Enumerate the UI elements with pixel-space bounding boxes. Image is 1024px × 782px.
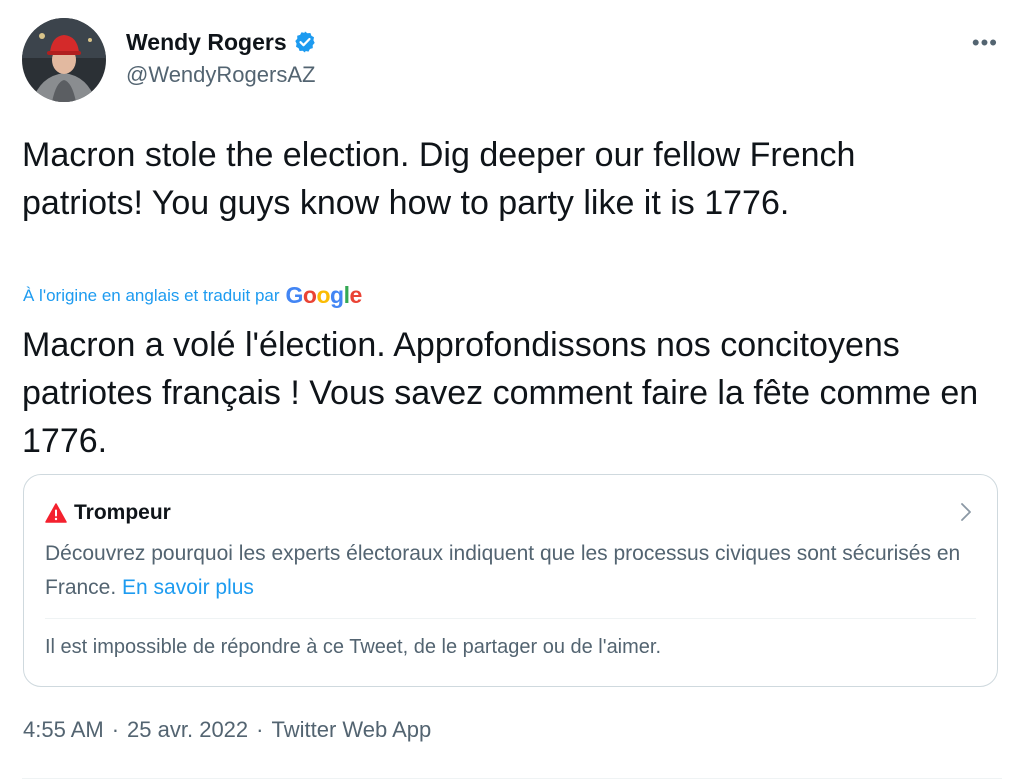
author-block: Wendy Rogers @WendyRogersAZ <box>126 28 317 88</box>
chevron-right-icon[interactable] <box>959 501 973 523</box>
misleading-notice-card[interactable]: Trompeur Découvrez pourquoi les experts … <box>23 474 998 687</box>
meta-separator: · <box>256 717 264 742</box>
avatar-image <box>22 18 106 102</box>
tweet-date[interactable]: 25 avr. 2022 <box>127 717 248 743</box>
notice-divider <box>45 618 976 619</box>
meta-separator: · <box>111 717 120 742</box>
tweet-time[interactable]: 4:55 AM <box>23 717 104 743</box>
google-logo[interactable]: Google <box>286 282 363 309</box>
name-row: Wendy Rogers <box>126 28 317 56</box>
notice-body: Découvrez pourquoi les experts électorau… <box>45 537 975 605</box>
tweet-original-text: Macron stole the election. Dig deeper ou… <box>22 136 856 222</box>
notice-title: Trompeur <box>74 501 171 524</box>
notice-footer: Il est impossible de répondre à ce Tweet… <box>45 636 662 658</box>
more-dots-icon[interactable]: ••• <box>972 30 998 56</box>
translation-notice: À l'origine en anglais et traduit par Go… <box>23 282 362 309</box>
warning-triangle-icon <box>45 503 67 523</box>
handle[interactable]: @WendyRogersAZ <box>126 62 317 88</box>
bottom-divider <box>22 778 1002 779</box>
display-name[interactable]: Wendy Rogers <box>126 29 287 56</box>
verified-badge-icon <box>294 31 315 53</box>
translation-notice-label: À l'origine en anglais et traduit par <box>23 285 280 305</box>
tweet-translated-text: Macron a volé l'élection. Approfondisson… <box>22 326 979 460</box>
learn-more-link[interactable]: En savoir plus <box>122 576 254 599</box>
notice-title-row: Trompeur <box>45 501 171 525</box>
tweet: Wendy Rogers @WendyRogersAZ ••• Macron s… <box>0 0 1024 782</box>
tweet-source: Twitter Web App <box>271 717 432 742</box>
tweet-meta: 4:55 AM · 25 avr. 2022 · Twitter Web App <box>23 717 431 743</box>
avatar[interactable] <box>22 18 106 102</box>
